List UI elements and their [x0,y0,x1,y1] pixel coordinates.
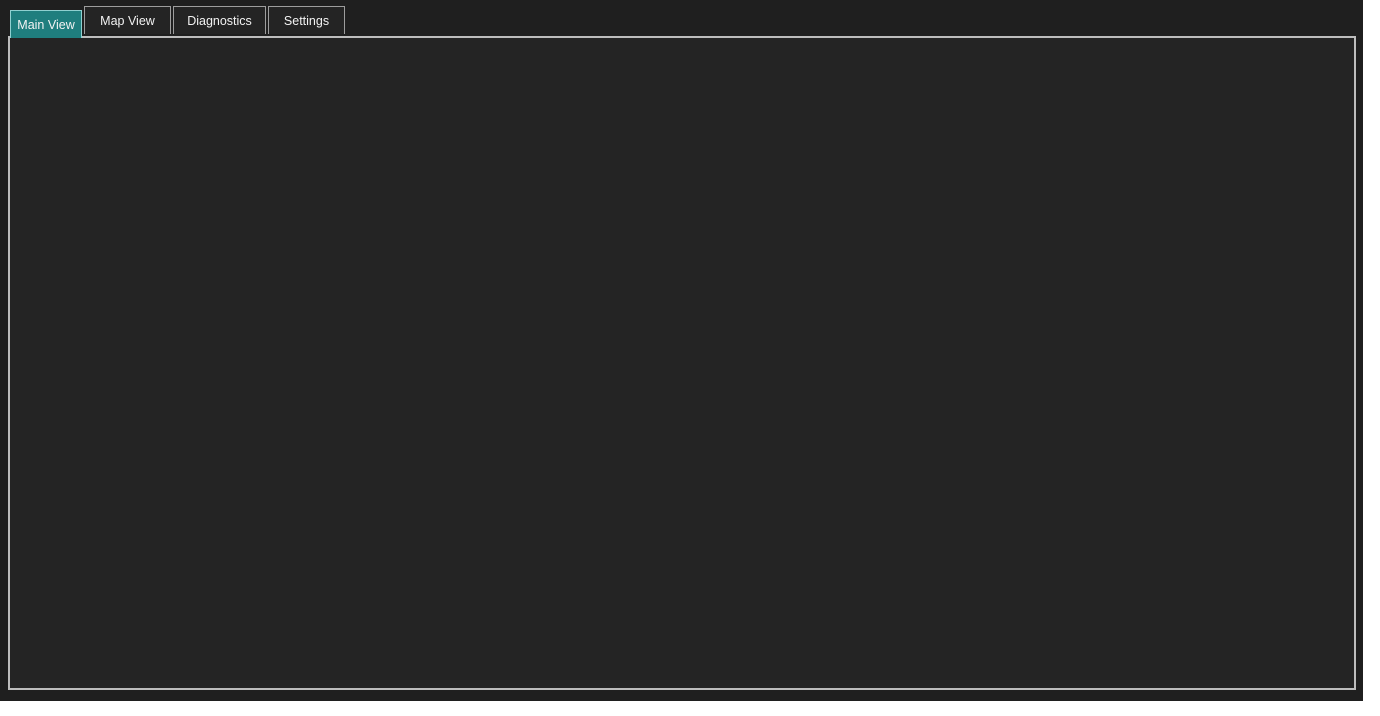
tab-settings-label: Settings [284,14,329,28]
tab-diagnostics[interactable]: Diagnostics [173,6,266,34]
tab-map-view[interactable]: Map View [84,6,171,34]
tab-diagnostics-label: Diagnostics [187,14,252,28]
main-view-pane [8,36,1356,690]
tab-settings[interactable]: Settings [268,6,345,34]
app-window: Main View Map View Diagnostics Settings … [0,0,1363,701]
tab-main-view[interactable]: Main View [10,10,82,38]
tab-main-view-label: Main View [17,18,74,32]
tab-map-view-label: Map View [100,14,155,28]
